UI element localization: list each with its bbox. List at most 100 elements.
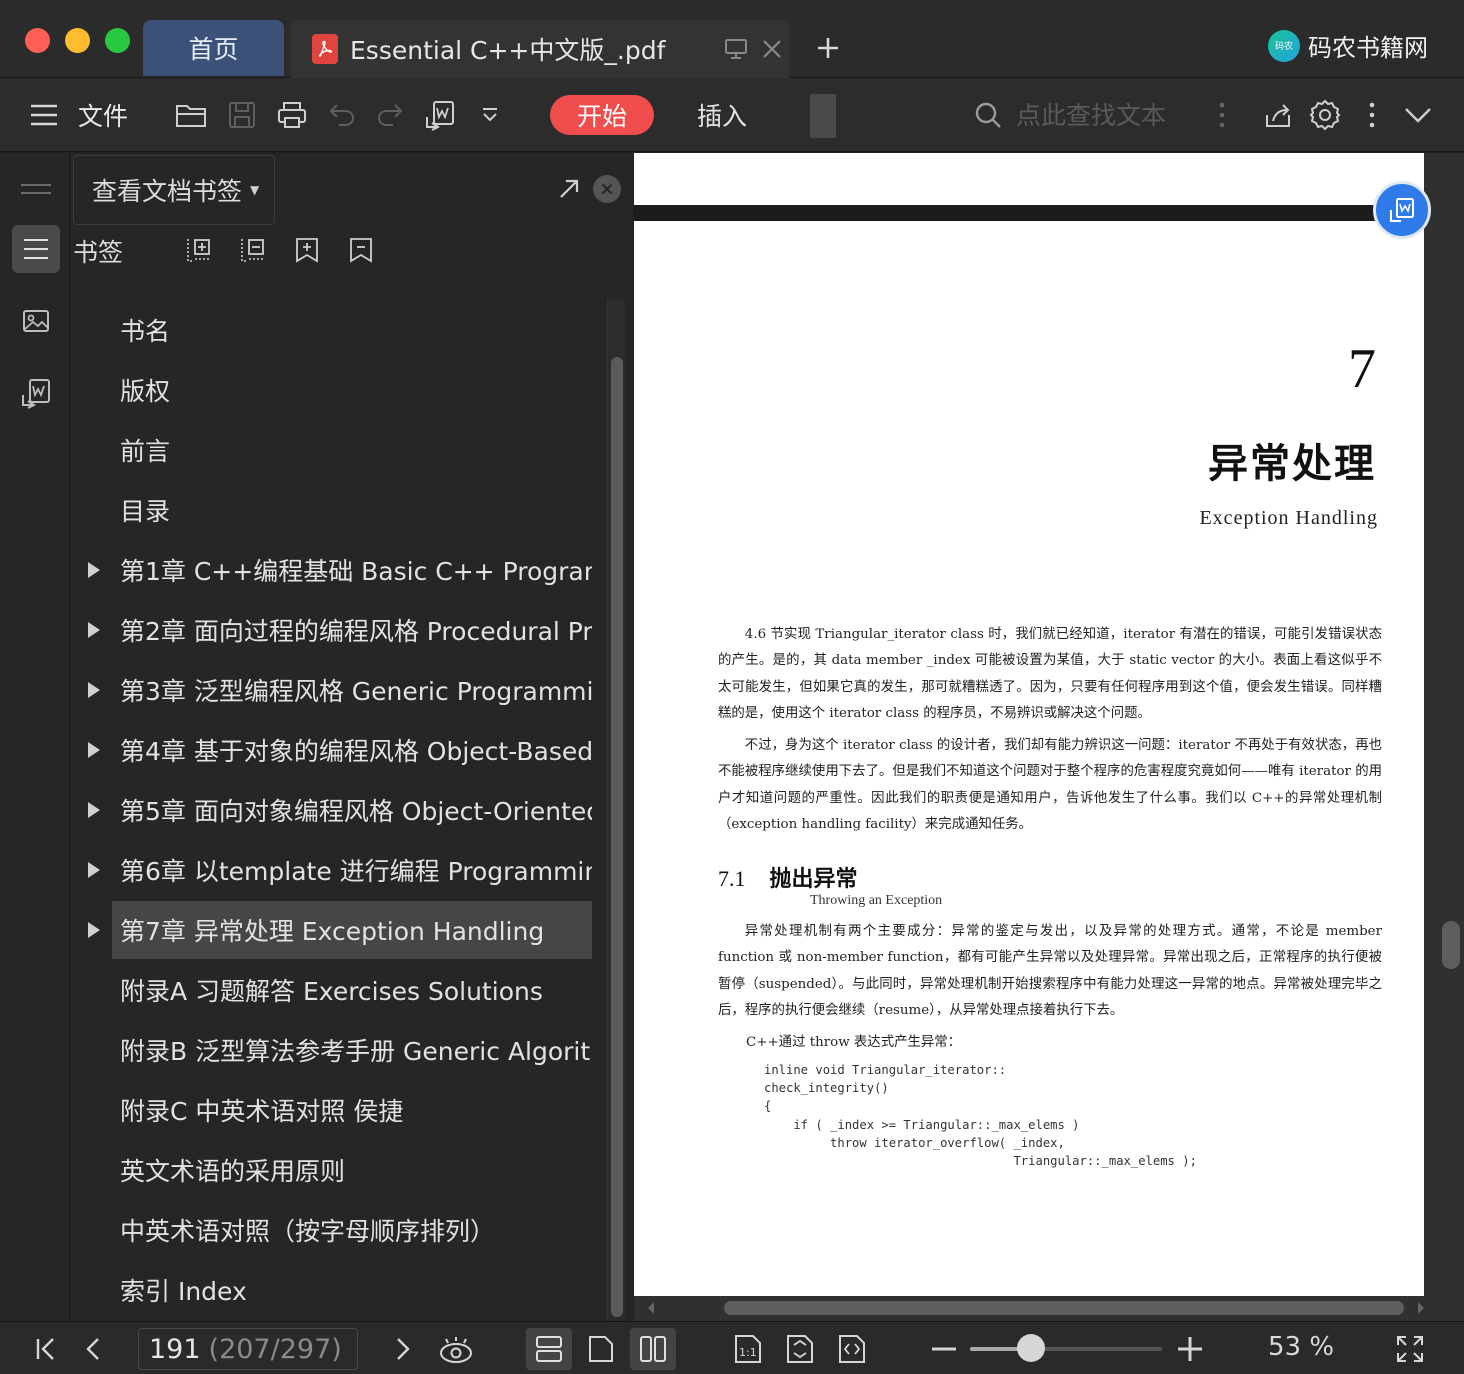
floating-convert-button[interactable] (1373, 181, 1431, 239)
section-number: 7.1 (718, 866, 746, 891)
horizontal-scrollbar-thumb[interactable] (724, 1301, 1404, 1315)
bookmark-item[interactable]: 前言 (112, 421, 592, 479)
zoom-in-icon[interactable] (1172, 1330, 1208, 1368)
caret-down-icon: ▼ (250, 183, 260, 197)
bookmark-view-dropdown[interactable]: 查看文档书签 ▼ (73, 155, 275, 225)
collapse-toolbar-chevron-icon[interactable] (1398, 94, 1438, 136)
pdf-page[interactable]: 7 异常处理 Exception Handling 4.6 节实现 Triang… (634, 221, 1424, 1296)
section-subtitle: Throwing an Exception (810, 893, 943, 908)
bookmark-item[interactable]: 第6章 以template 进行编程 Programming with Temp… (112, 841, 592, 899)
expand-arrow-icon[interactable] (87, 741, 101, 759)
zoom-out-icon[interactable] (928, 1330, 960, 1368)
toolbar-more-dropdown-icon[interactable] (472, 94, 508, 136)
bookmark-item[interactable]: 附录A 习题解答 Exercises Solutions (112, 961, 592, 1019)
expand-arrow-icon[interactable] (87, 621, 101, 639)
toolbar-overflow-button[interactable] (810, 94, 836, 138)
new-tab-button[interactable] (810, 30, 846, 66)
bookmark-item[interactable]: 版权 (112, 361, 592, 419)
undo-icon[interactable] (322, 94, 362, 136)
panel-scrollbar[interactable] (607, 299, 625, 1321)
paragraph-2: 不过，身为这个 iterator class 的设计者，我们却有能力辨识这一问题… (718, 738, 1382, 832)
fit-page-icon[interactable] (780, 1330, 820, 1368)
settings-gear-icon[interactable] (1305, 94, 1345, 136)
file-menu-button[interactable]: 文件 (78, 94, 128, 136)
thumbnail-image-icon[interactable] (12, 297, 60, 345)
fit-width-icon[interactable] (832, 1330, 872, 1368)
insert-tab-button[interactable]: 插入 (690, 95, 754, 135)
page-number-input[interactable]: 191 (207/297) (138, 1328, 358, 1370)
bookmark-item[interactable]: 英文术语的采用原则 (112, 1141, 592, 1199)
export-word-icon[interactable] (420, 94, 460, 136)
horizontal-scrollbar[interactable] (634, 1296, 1432, 1321)
monitor-icon[interactable] (718, 31, 754, 67)
actual-size-icon[interactable]: 1:1 (728, 1330, 768, 1368)
window-close-button[interactable] (25, 28, 50, 53)
pop-out-panel-icon[interactable] (555, 175, 583, 203)
brand[interactable]: 码农 码农书籍网 (1268, 28, 1428, 63)
expand-arrow-icon[interactable] (87, 921, 101, 939)
title-bar: 首页 Essential C++中文版_.pdf 码农 码农书籍网 (0, 0, 1464, 78)
bookmark-item[interactable]: 索引 Index (112, 1261, 592, 1319)
current-page: 191 (149, 1333, 201, 1365)
share-icon[interactable] (1258, 94, 1298, 136)
collapse-all-bookmarks-icon[interactable] (238, 235, 268, 265)
bookmark-item[interactable]: 第4章 基于对象的编程风格 Object-Based Programming (112, 721, 592, 779)
hamburger-menu-icon[interactable] (24, 94, 64, 136)
eye-protection-icon[interactable] (436, 1330, 476, 1368)
two-page-view-button[interactable] (630, 1328, 676, 1370)
save-icon[interactable] (222, 94, 262, 136)
expand-all-bookmarks-icon[interactable] (184, 235, 214, 265)
tab-document[interactable]: Essential C++中文版_.pdf (290, 20, 790, 78)
bookmark-item[interactable]: 第2章 面向过程的编程风格 Procedural Programming (112, 601, 592, 659)
first-page-icon[interactable] (28, 1330, 64, 1368)
remove-bookmark-icon[interactable] (346, 235, 376, 265)
continuous-view-button[interactable] (526, 1328, 572, 1370)
bookmark-item[interactable]: 第1章 C++编程基础 Basic C++ Programming (112, 541, 592, 599)
document-view[interactable]: 7 异常处理 Exception Handling 4.6 节实现 Triang… (634, 153, 1464, 1321)
more-options-icon[interactable] (1358, 94, 1386, 136)
bookmark-item[interactable]: 第3章 泛型编程风格 Generic Programming (112, 661, 592, 719)
window-maximize-button[interactable] (105, 28, 130, 53)
add-bookmark-icon[interactable] (292, 235, 322, 265)
tab-home[interactable]: 首页 (143, 20, 284, 76)
scroll-left-arrow-icon[interactable] (646, 1301, 656, 1315)
zoom-slider-knob[interactable] (1017, 1334, 1046, 1362)
panel-scrollbar-thumb[interactable] (611, 357, 623, 1317)
expand-arrow-icon[interactable] (87, 861, 101, 879)
search-options-icon[interactable] (1208, 94, 1236, 136)
bookmark-item[interactable]: 第5章 面向对象编程风格 Object-Oriented Programming (112, 781, 592, 839)
single-page-view-button[interactable] (578, 1328, 624, 1370)
bookmark-panel: 查看文档书签 ▼ 书签 书名 版权 前言 目录 第1章 C++编程基础 Basic C+… (71, 153, 633, 1321)
window-minimize-button[interactable] (65, 28, 90, 53)
next-page-icon[interactable] (388, 1330, 418, 1368)
search-icon[interactable] (970, 94, 1006, 136)
zoom-level[interactable]: 53 % (1268, 1332, 1334, 1362)
scroll-right-arrow-icon[interactable] (1416, 1301, 1426, 1315)
close-panel-icon[interactable] (593, 175, 621, 203)
tab-close-icon[interactable] (754, 31, 790, 67)
bookmark-item[interactable]: 附录C 中英术语对照 侯捷 (112, 1081, 592, 1139)
brand-name: 码农书籍网 (1308, 34, 1428, 62)
expand-arrow-icon[interactable] (87, 801, 101, 819)
expand-arrow-icon[interactable] (87, 561, 101, 579)
convert-document-icon[interactable] (12, 369, 60, 417)
bookmark-item[interactable]: 附录B 泛型算法参考手册 Generic Algorithms Handbook (112, 1021, 592, 1079)
search-input[interactable]: 点此查找文本 (1016, 96, 1166, 132)
panel-collapse-icon[interactable] (12, 165, 60, 213)
zoom-slider[interactable] (970, 1347, 1162, 1351)
start-tab-button[interactable]: 开始 (550, 95, 654, 135)
expand-arrow-icon[interactable] (87, 681, 101, 699)
continuous-view-icon (536, 1336, 562, 1362)
bookmark-item[interactable]: 目录 (112, 481, 592, 539)
print-icon[interactable] (272, 94, 312, 136)
redo-icon[interactable] (370, 94, 410, 136)
vertical-scrollbar-thumb[interactable] (1442, 921, 1460, 969)
bookmark-item[interactable]: 中英术语对照（按字母顺序排列） (112, 1201, 592, 1259)
bookmark-item[interactable]: 书名 (112, 301, 592, 359)
open-folder-icon[interactable] (172, 94, 212, 136)
section-heading: 7.1 抛出异常 (718, 861, 858, 893)
bookmark-list-icon[interactable] (12, 225, 60, 273)
bookmark-item[interactable]: 第7章 异常处理 Exception Handling (112, 901, 592, 959)
previous-page-icon[interactable] (78, 1330, 108, 1368)
fullscreen-icon[interactable] (1390, 1330, 1430, 1368)
